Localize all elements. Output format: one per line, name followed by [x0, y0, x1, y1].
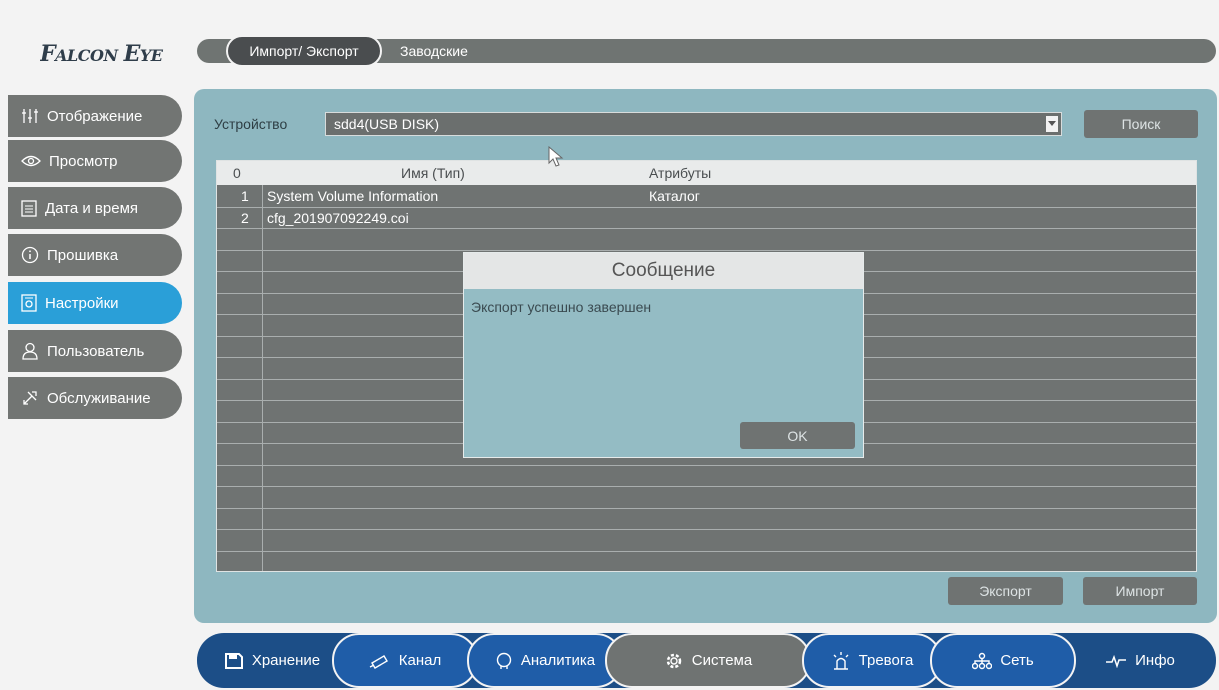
mouse-cursor-icon: [548, 145, 564, 173]
save-icon: [224, 652, 243, 669]
device-select[interactable]: sdd4(USB DISK): [325, 112, 1062, 136]
sidebar-item-label: Просмотр: [49, 152, 118, 170]
table-row[interactable]: 2 cfg_201907092249.coi: [217, 207, 1196, 228]
gear-icon: [666, 653, 682, 668]
table-grid-line: [217, 228, 1196, 229]
sidebar-item-datetime[interactable]: Дата и время: [8, 187, 182, 229]
nav-label: Сеть: [1000, 652, 1034, 669]
network-icon: [972, 652, 993, 669]
pulse-icon: [1106, 654, 1127, 668]
header-attributes: Атрибуты: [649, 165, 712, 181]
falcon-eye-logo: FALCON EYE: [39, 41, 164, 67]
search-button[interactable]: Поиск: [1084, 110, 1198, 138]
export-button[interactable]: Экспорт: [948, 577, 1063, 605]
brand-logo: FALCON EYE: [39, 36, 170, 72]
nav-system[interactable]: Система: [605, 633, 811, 688]
table-grid-line: [217, 465, 1196, 466]
dialog-title: Сообщение: [464, 253, 863, 289]
sidebar-item-label: Прошивка: [47, 246, 119, 264]
info-circle-icon: [21, 246, 39, 264]
table-header: 0 Имя (Тип) Атрибуты: [217, 161, 1196, 185]
message-dialog: Сообщение Экспорт успешно завершен OK: [463, 252, 864, 458]
user-icon: [22, 342, 38, 360]
nav-channel[interactable]: Канал: [332, 633, 478, 688]
table-grid-line: [217, 529, 1196, 530]
sidebar-item-label: Обслуживание: [47, 389, 151, 407]
row-name: cfg_201907092249.coi: [267, 209, 409, 226]
import-button[interactable]: Импорт: [1083, 577, 1197, 605]
eye-icon: [21, 155, 41, 167]
nav-analytics[interactable]: Аналитика: [467, 633, 623, 688]
sidebar-item-maintenance[interactable]: Обслуживание: [8, 377, 182, 419]
nav-info[interactable]: Инфо: [1080, 633, 1200, 688]
tools-icon: [23, 391, 37, 405]
tab-import-export[interactable]: Импорт/ Экспорт: [226, 35, 382, 67]
nav-network[interactable]: Сеть: [930, 633, 1076, 688]
row-index: 1: [241, 187, 249, 204]
ok-button[interactable]: OK: [740, 422, 855, 449]
table-row[interactable]: 1 System Volume Information Каталог: [217, 185, 1196, 206]
nav-label: Система: [691, 652, 753, 669]
row-name: System Volume Information: [267, 187, 439, 204]
row-index: 2: [241, 209, 249, 226]
calendar-icon: [21, 200, 37, 217]
table-grid-line: [217, 551, 1196, 552]
sidebar-item-firmware[interactable]: Прошивка: [8, 234, 182, 276]
nav-label: Канал: [398, 652, 442, 669]
alarm-icon: [833, 651, 849, 670]
settings-file-icon: [21, 294, 37, 312]
nav-alarm[interactable]: Тревога: [802, 633, 942, 688]
table-grid-line: [217, 250, 1196, 251]
sidebar-item-label: Отображение: [47, 107, 143, 125]
nav-label: Аналитика: [520, 652, 596, 669]
chevron-down-icon[interactable]: [1046, 116, 1058, 132]
sliders-icon: [22, 109, 38, 123]
sidebar-item-label: Настройки: [45, 294, 119, 312]
sidebar-item-display[interactable]: Отображение: [8, 95, 182, 137]
tab-factory[interactable]: Заводские: [400, 39, 468, 63]
table-grid-line: [217, 207, 1196, 208]
svg-text:FALCONEYE: FALCON EYE: [40, 41, 164, 67]
sidebar-item-preview[interactable]: Просмотр: [8, 140, 182, 182]
column-divider: [262, 185, 263, 571]
nav-label: Хранение: [251, 652, 321, 669]
header-index: 0: [233, 165, 241, 181]
table-grid-line: [217, 486, 1196, 487]
sidebar-item-user[interactable]: Пользователь: [8, 330, 182, 372]
camera-icon: [369, 654, 388, 669]
row-attributes: Каталог: [649, 187, 700, 204]
sidebar-item-settings[interactable]: Настройки: [8, 282, 182, 324]
device-label: Устройство: [214, 116, 288, 132]
analytics-head-icon: [496, 652, 512, 669]
dialog-message: Экспорт успешно завершен: [471, 299, 652, 315]
nav-label: Инфо: [1135, 652, 1175, 669]
sidebar-item-label: Дата и время: [45, 199, 139, 217]
table-grid-line: [217, 508, 1196, 509]
header-name: Имя (Тип): [401, 165, 465, 181]
nav-storage[interactable]: Хранение: [208, 633, 336, 688]
nav-label: Тревога: [858, 652, 914, 669]
sidebar-item-label: Пользователь: [47, 342, 145, 360]
